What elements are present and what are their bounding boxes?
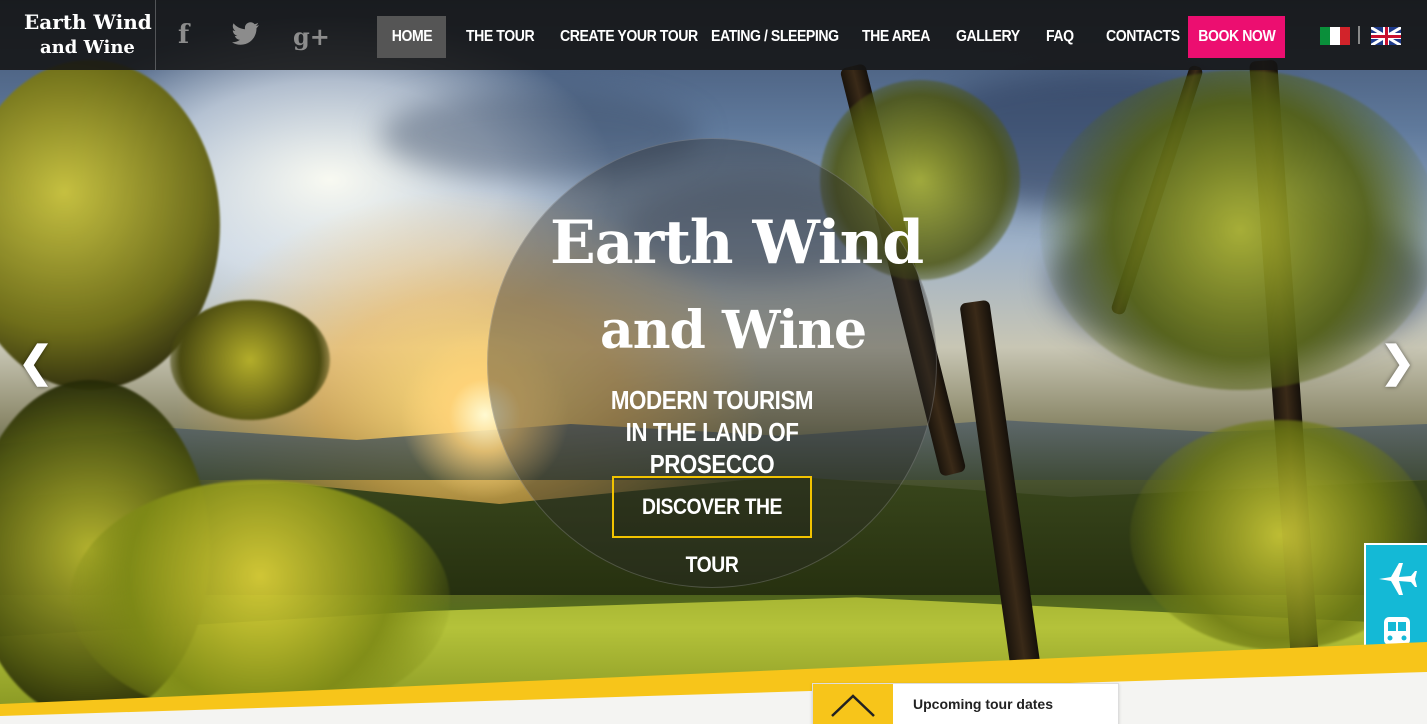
logo-text-line2: and Wine [40, 37, 135, 58]
slider-next-arrow-icon[interactable]: ❯ [1380, 340, 1415, 384]
hero-subtitle-line1: MODERN TOURISM [610, 385, 814, 415]
nav-item-faq[interactable]: FAQ [1046, 16, 1074, 58]
discover-the-tour-button[interactable]: DISCOVER THE TOUR [612, 476, 812, 577]
nav-item-gallery[interactable]: GALLERY [956, 16, 1020, 58]
facebook-icon[interactable]: f [178, 20, 189, 50]
hero-subtitle: MODERN TOURISM IN THE LAND OF PROSECCO [578, 384, 846, 480]
hero-title-line2: and Wine [600, 300, 867, 361]
upcoming-tour-dates-panel[interactable]: Upcoming tour dates [812, 683, 1119, 724]
chevron-up-icon[interactable] [813, 684, 893, 724]
twitter-icon[interactable] [232, 22, 260, 52]
logo-text-line1: Earth Wind [24, 10, 152, 34]
italy-flag-icon[interactable] [1320, 27, 1350, 45]
upcoming-tour-dates-label: Upcoming tour dates [913, 696, 1054, 712]
book-now-button[interactable]: BOOK NOW [1188, 16, 1285, 58]
nav-item-the-area[interactable]: THE AREA [862, 16, 930, 58]
nav-item-home-label: HOME [391, 28, 432, 45]
hero-subtitle-line2: IN THE LAND OF PROSECCO [625, 417, 799, 479]
top-navbar: Earth Wind and Wine f g+ HOME THE TOUR C… [0, 0, 1427, 70]
slider-prev-arrow-icon[interactable]: ❮ [18, 340, 53, 384]
nav-item-create-your-tour[interactable]: CREATE YOUR TOUR [560, 16, 698, 58]
uk-flag-icon[interactable] [1371, 27, 1401, 45]
nav-item-home[interactable]: HOME [377, 16, 446, 58]
airplane-icon[interactable] [1366, 551, 1427, 607]
hero-title-line1: Earth Wind [550, 208, 924, 278]
google-plus-icon[interactable]: g+ [293, 22, 330, 52]
site-logo[interactable]: Earth Wind and Wine [0, 0, 156, 70]
nav-item-eating-sleeping[interactable]: EATING / SLEEPING [711, 16, 839, 58]
nav-item-contacts[interactable]: CONTACTS [1106, 16, 1180, 58]
language-separator [1358, 26, 1360, 44]
nav-item-the-tour[interactable]: THE TOUR [466, 16, 535, 58]
discover-the-tour-label: DISCOVER THE TOUR [642, 494, 782, 577]
book-now-label: BOOK NOW [1197, 28, 1276, 45]
